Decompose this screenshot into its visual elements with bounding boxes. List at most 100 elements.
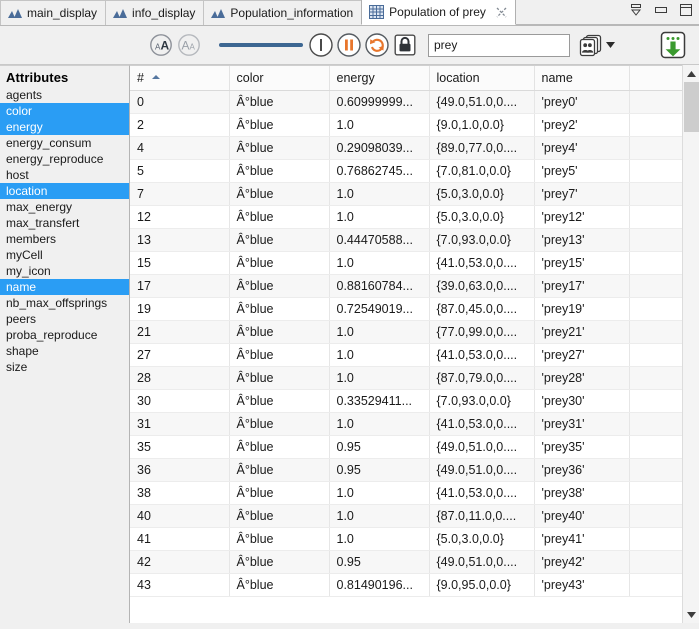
- agents-menu-button[interactable]: [579, 34, 615, 57]
- attribute-item[interactable]: color: [0, 103, 129, 119]
- scrollbar-gutter[interactable]: [683, 82, 699, 606]
- table-row[interactable]: 12 Â°blue 1.0 {5.0,3.0,0.0}'prey12': [130, 205, 682, 229]
- table-row[interactable]: 36 Â°blue 0.95 {49.0,51.0,0....'prey36': [130, 458, 682, 482]
- pause-button[interactable]: [335, 31, 363, 59]
- attribute-item[interactable]: nb_max_offsprings: [0, 295, 129, 311]
- table-body: 0 Â°blue 0.60999999... {49.0,51.0,0....'pre…: [130, 90, 682, 597]
- attribute-label: nb_max_offsprings: [6, 296, 108, 310]
- cell-empty: [629, 550, 682, 574]
- column-header-index[interactable]: #: [130, 66, 230, 91]
- export-button[interactable]: [656, 28, 690, 62]
- table-row[interactable]: 35 Â°blue 0.95 {49.0,51.0,0....'prey35': [130, 435, 682, 459]
- attribute-item[interactable]: size: [0, 359, 129, 375]
- vertical-scrollbar[interactable]: [682, 65, 699, 623]
- font-increase-button[interactable]: A A: [147, 31, 175, 59]
- attribute-item[interactable]: name: [0, 279, 129, 295]
- cell-name: 'prey42': [534, 550, 630, 574]
- cell-empty: [629, 412, 682, 436]
- cell-color: Â°blue: [229, 113, 330, 137]
- cell-energy: 1.0: [329, 481, 430, 505]
- cell-energy: 0.29098039...: [329, 136, 430, 160]
- minimize-icon[interactable]: [629, 3, 643, 17]
- attributes-list[interactable]: agents color energy energy_consum energy_rep…: [0, 87, 129, 623]
- table-row[interactable]: 2 Â°blue 1.0 {9.0,1.0,0.0}'prey2': [130, 113, 682, 137]
- restore-icon[interactable]: [654, 5, 668, 15]
- cell-index: 4: [130, 136, 230, 160]
- tab-population-of-prey[interactable]: Population of prey: [361, 0, 516, 25]
- attribute-item[interactable]: energy_consum: [0, 135, 129, 151]
- table-row[interactable]: 40 Â°blue 1.0 {87.0,11.0,0....'prey40': [130, 504, 682, 528]
- font-decrease-icon: A A: [177, 33, 201, 57]
- cell-name: 'prey21': [534, 320, 630, 344]
- attribute-item[interactable]: energy_reproduce: [0, 151, 129, 167]
- table-row[interactable]: 28 Â°blue 1.0 {87.0,79.0,0....'prey28': [130, 366, 682, 390]
- attribute-item[interactable]: proba_reproduce: [0, 327, 129, 343]
- attribute-label: energy: [6, 120, 43, 134]
- attribute-item[interactable]: peers: [0, 311, 129, 327]
- tab-info-display[interactable]: info_display: [105, 0, 205, 25]
- column-header-location[interactable]: location: [429, 66, 535, 91]
- column-header-name[interactable]: name: [534, 66, 630, 91]
- font-decrease-button[interactable]: A A: [175, 31, 203, 59]
- cell-empty: [629, 205, 682, 229]
- attribute-item[interactable]: shape: [0, 343, 129, 359]
- refresh-button[interactable]: [363, 31, 391, 59]
- cell-location: {49.0,51.0,0....: [429, 90, 535, 114]
- table-row[interactable]: 7 Â°blue 1.0 {5.0,3.0,0.0}'prey7': [130, 182, 682, 206]
- table-row[interactable]: 15 Â°blue 1.0 {41.0,53.0,0....'prey15': [130, 251, 682, 275]
- zoom-slider[interactable]: [219, 31, 315, 59]
- attribute-item[interactable]: host: [0, 167, 129, 183]
- cell-index: 17: [130, 274, 230, 298]
- table-row[interactable]: 19 Â°blue 0.72549019... {87.0,45.0,0....'pr…: [130, 297, 682, 321]
- search-input[interactable]: [428, 33, 570, 57]
- attribute-item[interactable]: my_icon: [0, 263, 129, 279]
- attribute-item[interactable]: energy: [0, 119, 129, 135]
- tab-population-information[interactable]: Population_information: [203, 0, 363, 25]
- cell-energy: 0.81490196...: [329, 573, 430, 597]
- scroll-up-arrow-icon[interactable]: [683, 65, 699, 82]
- table-row[interactable]: 38 Â°blue 1.0 {41.0,53.0,0....'prey38': [130, 481, 682, 505]
- column-header-empty[interactable]: [629, 66, 682, 91]
- cell-index: 28: [130, 366, 230, 390]
- scroll-down-arrow-icon[interactable]: [683, 606, 699, 623]
- table-row[interactable]: 42 Â°blue 0.95 {49.0,51.0,0....'prey42': [130, 550, 682, 574]
- table-row[interactable]: 5 Â°blue 0.76862745... {7.0,81.0,0.0}'prey5…: [130, 159, 682, 183]
- cell-color: Â°blue: [229, 274, 330, 298]
- table-row[interactable]: 21 Â°blue 1.0 {77.0,99.0,0....'prey21': [130, 320, 682, 344]
- table-row[interactable]: 30 Â°blue 0.33529411... {7.0,93.0,0.0}'prey…: [130, 389, 682, 413]
- table-row[interactable]: 27 Â°blue 1.0 {41.0,53.0,0....'prey27': [130, 343, 682, 367]
- cell-empty: [629, 527, 682, 551]
- pause-icon: [336, 32, 362, 58]
- attribute-item[interactable]: max_energy: [0, 199, 129, 215]
- attribute-item[interactable]: members: [0, 231, 129, 247]
- lock-button[interactable]: [391, 31, 419, 59]
- cell-name: 'prey2': [534, 113, 630, 137]
- cell-empty: [629, 159, 682, 183]
- column-header-color[interactable]: color: [229, 66, 330, 91]
- scrollbar-thumb[interactable]: [683, 82, 699, 132]
- cell-empty: [629, 297, 682, 321]
- table-row[interactable]: 41 Â°blue 1.0 {5.0,3.0,0.0}'prey41': [130, 527, 682, 551]
- close-icon[interactable]: [496, 7, 507, 18]
- table-row[interactable]: 13 Â°blue 0.44470588... {7.0,93.0,0.0}'prey…: [130, 228, 682, 252]
- attribute-item[interactable]: max_transfert: [0, 215, 129, 231]
- table-row[interactable]: 17 Â°blue 0.88160784... {39.0,63.0,0....'pr…: [130, 274, 682, 298]
- cell-name: 'prey31': [534, 412, 630, 436]
- table-row[interactable]: 0 Â°blue 0.60999999... {49.0,51.0,0....'pre…: [130, 90, 682, 114]
- cell-color: Â°blue: [229, 550, 330, 574]
- table-row[interactable]: 43 Â°blue 0.81490196... {9.0,95.0,0.0}'prey…: [130, 573, 682, 597]
- attribute-item[interactable]: location: [0, 183, 129, 199]
- agents-icon: [579, 34, 603, 57]
- maximize-icon[interactable]: [679, 3, 693, 17]
- attribute-label: location: [6, 184, 48, 198]
- table-row[interactable]: 4 Â°blue 0.29098039... {89.0,77.0,0....'pre…: [130, 136, 682, 160]
- table-row[interactable]: 31 Â°blue 1.0 {41.0,53.0,0....'prey31': [130, 412, 682, 436]
- cell-empty: [629, 182, 682, 206]
- attribute-item[interactable]: agents: [0, 87, 129, 103]
- tab-main-display[interactable]: main_display: [0, 0, 107, 25]
- attribute-label: color: [6, 104, 33, 118]
- cell-color: Â°blue: [229, 412, 330, 436]
- cell-location: {87.0,45.0,0....: [429, 297, 535, 321]
- attribute-item[interactable]: myCell: [0, 247, 129, 263]
- column-header-energy[interactable]: energy: [329, 66, 430, 91]
